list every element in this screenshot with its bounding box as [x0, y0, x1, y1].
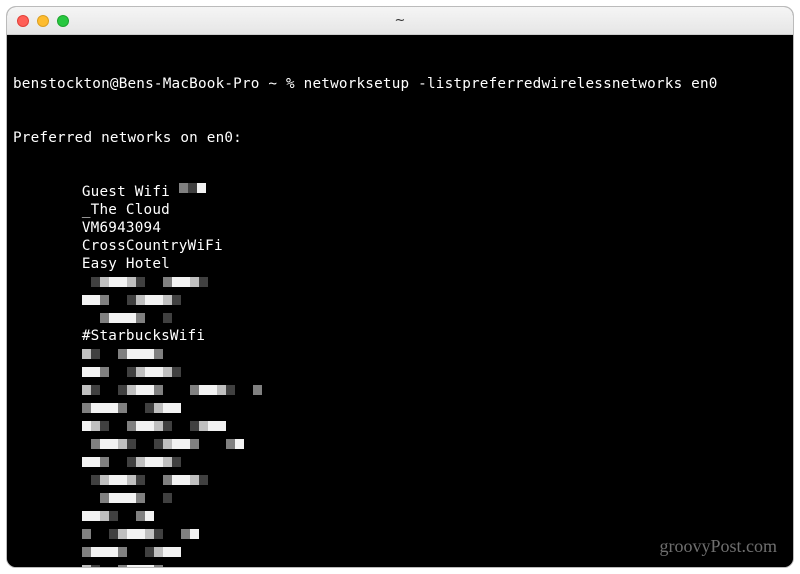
- network-item: _The Cloud: [13, 201, 787, 219]
- window-title: ~: [7, 13, 793, 28]
- title-bar: ~: [7, 7, 793, 35]
- network-name: Easy Hotel: [82, 255, 170, 273]
- redacted-network: [13, 399, 787, 417]
- terminal-body[interactable]: benstockton@Bens-MacBook-Pro ~ % network…: [7, 35, 793, 567]
- redacted-network: [13, 525, 787, 543]
- close-icon[interactable]: [17, 15, 29, 27]
- minimize-icon[interactable]: [37, 15, 49, 27]
- network-name: CrossCountryWiFi: [82, 237, 223, 255]
- redacted-network: [13, 435, 787, 453]
- network-item: #StarbucksWifi: [13, 327, 787, 345]
- redacted-network: [13, 507, 787, 525]
- output-header: Preferred networks on en0:: [13, 129, 787, 147]
- network-name: _The Cloud: [82, 201, 170, 219]
- network-item: VM6943094: [13, 219, 787, 237]
- redacted-network: [13, 363, 787, 381]
- redacted-network: [13, 291, 787, 309]
- terminal-window: ~ benstockton@Bens-MacBook-Pro ~ % netwo…: [6, 6, 794, 568]
- redacted-network: [13, 381, 787, 399]
- redacted-network: [13, 471, 787, 489]
- redacted-network: [13, 561, 787, 567]
- redacted-network: [13, 417, 787, 435]
- maximize-icon[interactable]: [57, 15, 69, 27]
- prompt: benstockton@Bens-MacBook-Pro ~ %: [13, 75, 304, 93]
- redacted-network: [13, 345, 787, 363]
- command-text: networksetup -listpreferredwirelessnetwo…: [304, 75, 718, 93]
- network-list: Guest Wifi _The CloudVM6943094CrossCount…: [13, 183, 787, 567]
- network-name: #StarbucksWifi: [82, 327, 205, 345]
- redacted-network: [13, 309, 787, 327]
- redacted-network: [13, 489, 787, 507]
- command-line: benstockton@Bens-MacBook-Pro ~ % network…: [13, 75, 787, 93]
- network-name: VM6943094: [82, 219, 161, 237]
- network-item: Easy Hotel: [13, 255, 787, 273]
- redacted-network: [13, 453, 787, 471]
- traffic-lights: [17, 15, 69, 27]
- network-item: Guest Wifi: [13, 183, 787, 201]
- network-item: CrossCountryWiFi: [13, 237, 787, 255]
- redacted-network: [13, 543, 787, 561]
- network-name: Guest Wifi: [82, 183, 179, 201]
- redacted-network: [13, 273, 787, 291]
